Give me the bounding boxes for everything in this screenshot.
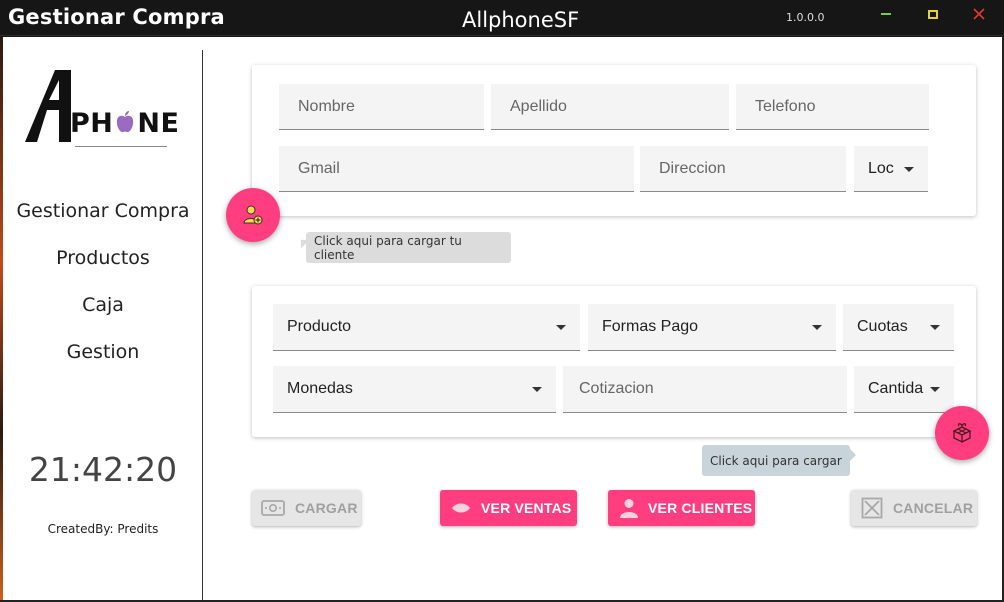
monedas-select[interactable]: Monedas [273, 366, 556, 413]
formas-pago-value: Formas Pago [602, 318, 699, 335]
client-tooltip: Click aqui para cargar tu cliente [306, 232, 511, 263]
close-button[interactable] [967, 6, 991, 28]
chevron-down-icon [930, 387, 940, 392]
producto-value: Producto [287, 318, 352, 335]
producto-select[interactable]: Producto [273, 304, 580, 351]
cuotas-select[interactable]: Cuotas [843, 304, 954, 351]
chevron-down-icon [904, 166, 914, 172]
add-client-button[interactable] [226, 188, 280, 242]
maximize-icon [928, 9, 938, 19]
cancelar-button[interactable]: CANCELAR [851, 490, 977, 526]
cargar-label: CARGAR [295, 500, 358, 516]
cantidad-select[interactable]: Cantida [854, 366, 954, 413]
cantidad-value: Cantida [868, 380, 924, 397]
allphone-logo: PH NE [25, 70, 185, 150]
monedas-value: Monedas [287, 380, 353, 397]
localidad-value: Loc [868, 159, 894, 177]
telefono-input[interactable]: Telefono [736, 84, 929, 130]
app-name: AllphoneSF [462, 8, 580, 32]
load-product-button[interactable] [935, 406, 989, 460]
apellido-input[interactable]: Apellido [491, 84, 729, 130]
sidebar-item-gestionar-compra[interactable]: Gestionar Compra [3, 200, 203, 222]
client-card: Nombre Apellido Telefono Gmail Direccion… [252, 65, 976, 216]
sidebar: PH NE Gestionar Compra Productos Caja Ge… [3, 50, 203, 600]
ver-ventas-label: VER VENTAS [481, 500, 572, 516]
direccion-input[interactable]: Direccion [640, 146, 846, 192]
apple-icon [117, 111, 134, 133]
load-tooltip: Click aqui para cargar [702, 445, 856, 476]
cargar-button[interactable]: CARGAR [252, 490, 361, 526]
version-label: 1.0.0.0 [786, 11, 825, 24]
cotizacion-input[interactable]: Cotizacion [563, 366, 847, 413]
eye-icon [452, 503, 470, 513]
logo-underline [75, 146, 167, 147]
ver-clientes-button[interactable]: VER CLIENTES [608, 490, 755, 526]
chevron-down-icon [930, 325, 940, 330]
clock: 21:42:20 [28, 450, 178, 489]
cancel-box-icon [861, 497, 883, 519]
minimize-icon [881, 13, 891, 15]
cuotas-value: Cuotas [857, 318, 908, 335]
ver-ventas-button[interactable]: VER VENTAS [440, 490, 577, 526]
created-by: CreatedBy: Predits [47, 522, 159, 536]
title-bar: Gestionar Compra AllphoneSF 1.0.0.0 [0, 0, 1004, 36]
cancelar-label: CANCELAR [893, 500, 974, 516]
add-user-icon [243, 205, 263, 225]
product-card: Producto Formas Pago Cuotas Monedas Coti… [252, 286, 976, 437]
sidebar-item-gestion[interactable]: Gestion [3, 341, 203, 363]
sidebar-item-caja[interactable]: Caja [3, 294, 203, 316]
chevron-down-icon [812, 325, 822, 330]
user-icon [620, 499, 638, 518]
window-title: Gestionar Compra [8, 5, 225, 29]
localidad-select[interactable]: Loc [854, 146, 928, 192]
nombre-input[interactable]: Nombre [279, 84, 484, 130]
gift-box-icon [952, 423, 972, 444]
maximize-button[interactable] [921, 6, 945, 28]
ver-clientes-label: VER CLIENTES [648, 500, 753, 516]
chevron-down-icon [532, 387, 542, 392]
gmail-input[interactable]: Gmail [279, 146, 634, 192]
minimize-button[interactable] [874, 6, 898, 28]
cash-icon [261, 500, 285, 516]
logo-wordmark: PH NE [70, 108, 180, 139]
formas-pago-select[interactable]: Formas Pago [588, 304, 836, 351]
chevron-down-icon [556, 325, 566, 330]
close-icon [973, 8, 985, 20]
sidebar-item-productos[interactable]: Productos [3, 247, 203, 269]
